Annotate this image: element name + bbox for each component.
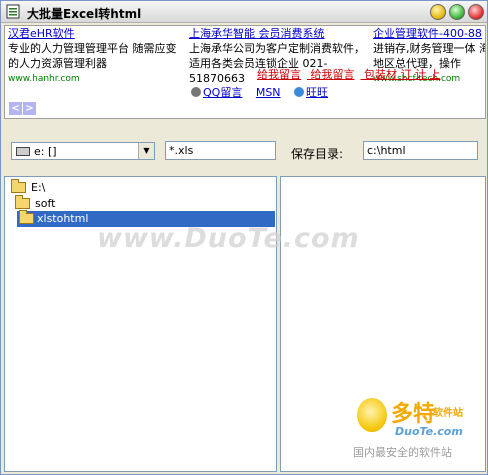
mascot-icon [357,398,387,432]
tree-item-label: xlstohtml [37,212,89,225]
ad-nav: < > [9,101,37,115]
title-bar[interactable]: 大批量Excel转html [1,1,487,23]
ad-overlay-link[interactable]: 给我留言 [311,68,355,81]
folder-icon [11,179,26,193]
drive-select[interactable]: e: [] ▼ [11,142,155,160]
minimize-button[interactable] [430,4,446,20]
ad-description: 专业的人力管理管理平台 随需应变的人力资源管理利器 [8,42,177,70]
chevron-down-icon[interactable]: ▼ [138,143,154,159]
ad-banner: 汉君eHR软件 专业的人力管理管理平台 随需应变的人力资源管理利器 www.ha… [4,25,486,119]
tree-item[interactable]: soft [13,195,133,212]
tree-item-label: soft [35,197,56,210]
tree-item-label: E:\ [31,181,46,194]
wangwang-icon [294,87,305,97]
save-dir-input[interactable]: c:\html [363,141,478,160]
ad-title[interactable]: 企业管理软件-400-88 [373,26,485,41]
wangwang-link[interactable]: 旺旺 [306,86,328,99]
save-dir-label: 保存目录: [291,147,344,161]
ad-url[interactable]: www.hanhr.com [8,72,186,87]
watermark-text: www.DuoTe.com [97,223,360,254]
drive-value: e: [] [34,145,57,158]
path-toolbar: e: [] ▼ *.xls 保存目录: c:\html [1,135,487,167]
folder-icon [15,195,30,209]
app-window: 大批量Excel转html 汉君eHR软件 专业的人力管理管理平台 随需应变的人… [0,0,488,475]
tree-item[interactable]: E:\ [9,179,129,196]
close-button[interactable] [468,4,484,20]
window-title: 大批量Excel转html [27,7,142,21]
ad-overlay-link[interactable]: 包装材 订 计 上 [364,68,441,81]
ad-next-button[interactable]: > [23,102,36,115]
logo-slogan: 国内最安全的软件站 [353,446,452,459]
ad-overlay-link[interactable]: 给我留言 [257,68,301,81]
qq-icon [191,87,201,97]
msn-link[interactable]: MSN [256,86,281,99]
file-filter-input[interactable]: *.xls [165,141,276,160]
site-logo: 多特 软件站 DuoTe.com 国内最安全的软件站 [349,396,484,462]
folder-open-icon [19,210,34,224]
contact-links: QQ留言 MSN 旺旺 [191,84,338,100]
ad-title[interactable]: 汉君eHR软件 [8,26,186,41]
logo-main-text: 多特 [391,402,436,427]
ad-item[interactable]: 汉君eHR软件 专业的人力管理管理平台 随需应变的人力资源管理利器 www.ha… [8,26,186,87]
ad-overlay-links: 给我留言 给我留言 包装材 订 计 上 [257,66,447,82]
folder-tree[interactable]: E:\ soft xlstohtml [4,176,277,472]
qq-link[interactable]: QQ留言 [203,86,242,99]
ad-title[interactable]: 上海承华智能 会员消费系统 [189,26,371,41]
maximize-button[interactable] [449,4,465,20]
logo-latin-text: DuoTe.com [395,425,463,438]
logo-sub-text: 软件站 [433,408,463,419]
ad-prev-button[interactable]: < [9,102,22,115]
drive-icon [16,147,30,156]
app-icon [6,4,20,19]
